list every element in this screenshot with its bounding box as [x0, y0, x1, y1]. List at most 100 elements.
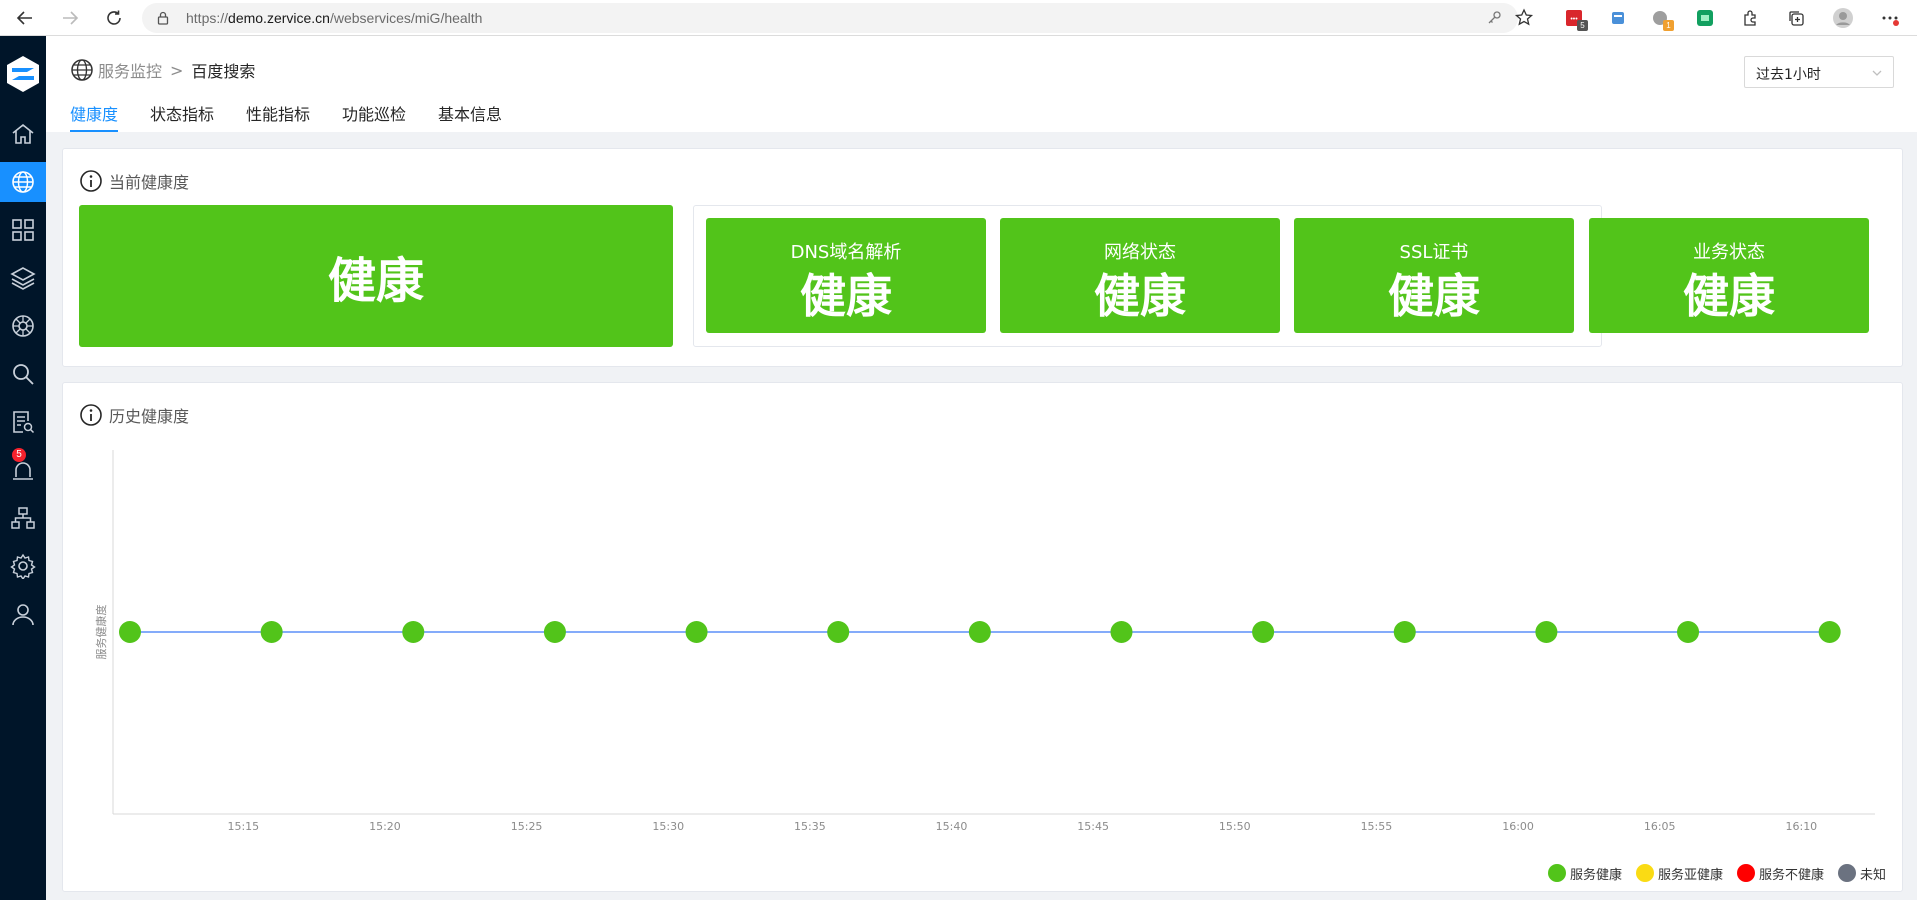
- avatar-icon: [1833, 8, 1853, 28]
- browser-toolbar: https://demo.zervice.cn/webservices/miG/…: [0, 0, 1917, 36]
- time-range-select[interactable]: 过去1小时: [1744, 56, 1894, 88]
- data-point[interactable]: [968, 621, 991, 643]
- profile-button[interactable]: [1831, 6, 1855, 30]
- tab-function-inspection[interactable]: 功能巡检: [342, 101, 406, 132]
- chevron-down-icon: [1872, 70, 1882, 76]
- time-range-value: 过去1小时: [1756, 67, 1821, 83]
- app-sidebar: 5: [0, 36, 46, 900]
- alarm-icon: [13, 462, 33, 480]
- sidebar-item-user[interactable]: [0, 594, 46, 634]
- sidebar-item-layers[interactable]: [0, 258, 46, 298]
- data-point[interactable]: [1535, 621, 1558, 643]
- y-axis-label: 服务健康度: [94, 605, 108, 660]
- favorite-star-button[interactable]: [1512, 6, 1536, 30]
- x-tick-label: 15:45: [1077, 820, 1109, 833]
- data-point[interactable]: [1252, 621, 1275, 643]
- legend-item-subhealthy[interactable]: 服务亚健康: [1635, 864, 1723, 883]
- url-host: demo.zervice.cn: [228, 10, 330, 26]
- data-point[interactable]: [119, 621, 141, 643]
- data-point[interactable]: [1818, 621, 1841, 643]
- business-health-status: 健康: [1683, 269, 1775, 323]
- x-tick-label: 15:35: [794, 820, 826, 833]
- extension-3[interactable]: 1: [1648, 6, 1674, 31]
- legend-dot-unhealthy: [1736, 864, 1755, 882]
- sidebar-item-logs[interactable]: [0, 402, 46, 442]
- forward-button[interactable]: [56, 4, 84, 32]
- x-tick-label: 15:30: [652, 820, 684, 833]
- x-tick-label: 16:00: [1502, 820, 1534, 833]
- legend-dot-unknown: [1837, 864, 1856, 882]
- data-point[interactable]: [1677, 621, 1700, 643]
- data-point[interactable]: [1110, 621, 1133, 643]
- data-point[interactable]: [402, 621, 425, 643]
- sidebar-item-alerts[interactable]: 5: [0, 448, 46, 490]
- history-health-chart: 服务健康度 15:15 15:20 15:25 15:30 15:35 15:40 15:4…: [94, 450, 1875, 833]
- log-search-icon: [13, 411, 35, 434]
- x-tick-label: 15:25: [511, 820, 543, 833]
- alerts-count-badge: 5: [12, 448, 26, 462]
- sidebar-item-topology[interactable]: [0, 498, 46, 538]
- legend-item-healthy[interactable]: 服务健康: [1547, 864, 1622, 883]
- data-point[interactable]: [260, 621, 283, 643]
- logo-icon: [7, 56, 39, 92]
- key-icon[interactable]: [1486, 10, 1502, 26]
- health-dimensions-panel: DNS域名解析 健康 网络状态 健康 SSL证书 健康 业务状态 健康: [693, 205, 1869, 347]
- sidebar-item-apps[interactable]: [0, 210, 46, 250]
- x-tick-label: 15:50: [1219, 820, 1251, 833]
- arrow-left-icon: [16, 11, 32, 25]
- breadcrumb-parent-link[interactable]: 服务监控: [98, 58, 162, 82]
- tab-health[interactable]: 健康度: [70, 101, 119, 132]
- extension-4[interactable]: [1693, 6, 1717, 30]
- tab-basic-info[interactable]: 基本信息: [438, 101, 502, 132]
- collections-button[interactable]: [1784, 6, 1808, 30]
- x-tick-label: 15:40: [936, 820, 968, 833]
- sidebar-item-settings[interactable]: [0, 546, 46, 586]
- sidebar-item-service-monitor[interactable]: [0, 162, 46, 202]
- puzzle-icon: [1744, 10, 1756, 26]
- data-point[interactable]: [827, 621, 850, 643]
- current-health-card: 当前健康度 健康 DNS域名解析 健康 网络状态 健康 SSL证书 健康 业务状…: [62, 148, 1903, 367]
- x-tick-label: 15:15: [227, 820, 259, 833]
- sidebar-item-cluster[interactable]: [0, 306, 46, 346]
- layers-icon: [10, 267, 36, 290]
- history-health-card: 历史健康度 服务健康度 15:15 15:20 15:25 15:30 15:35 15:…: [62, 382, 1903, 892]
- back-button[interactable]: [11, 4, 39, 32]
- legend-item-unknown[interactable]: 未知: [1837, 864, 1886, 883]
- dns-health-status: 健康: [800, 269, 892, 323]
- tab-status-metrics[interactable]: 状态指标: [150, 101, 214, 132]
- app-logo[interactable]: [3, 54, 43, 94]
- sidebar-item-search[interactable]: [0, 354, 46, 394]
- info-icon: [80, 170, 102, 192]
- topology-icon: [11, 507, 35, 529]
- current-health-title-text: 当前健康度: [109, 173, 190, 192]
- extension-2[interactable]: [1606, 6, 1630, 30]
- x-tick-label: 15:20: [369, 820, 401, 833]
- browser-menu-button[interactable]: [1878, 6, 1902, 30]
- grid-icon: [12, 219, 34, 241]
- legend-label-subhealthy: 服务亚健康: [1657, 867, 1723, 883]
- extensions-button[interactable]: [1738, 6, 1762, 30]
- data-point[interactable]: [543, 621, 566, 643]
- sidebar-item-home[interactable]: [0, 114, 46, 154]
- globe-icon: [71, 59, 93, 81]
- reload-button[interactable]: [100, 4, 128, 32]
- url-text[interactable]: https://demo.zervice.cn/webservices/miG/…: [186, 10, 482, 26]
- extension-book-icon: [1612, 12, 1624, 24]
- extension-1[interactable]: ••• 5: [1562, 6, 1588, 31]
- legend-item-unhealthy[interactable]: 服务不健康: [1736, 864, 1824, 883]
- page-header: 服务监控 > 百度搜索 过去1小时 健康度 状态指标 性能指标 功能巡检 基本信…: [46, 36, 1917, 132]
- legend-label-unhealthy: 服务不健康: [1758, 867, 1824, 883]
- extension-green-icon: [1697, 10, 1713, 26]
- dns-health-box: DNS域名解析 健康: [706, 218, 986, 333]
- search-icon: [13, 364, 34, 385]
- legend-dot-subhealthy: [1635, 864, 1654, 882]
- data-point[interactable]: [685, 621, 708, 643]
- gear-icon: [10, 553, 36, 579]
- network-health-status: 健康: [1094, 269, 1186, 323]
- address-bar[interactable]: https://demo.zervice.cn/webservices/miG/…: [142, 3, 1518, 33]
- data-point[interactable]: [1393, 621, 1416, 643]
- ssl-health-status: 健康: [1388, 269, 1480, 323]
- tab-performance-metrics[interactable]: 性能指标: [246, 101, 310, 132]
- current-health-title: 当前健康度: [79, 169, 189, 193]
- chart-legend: 服务健康 服务亚健康 服务不健康 未知: [1534, 863, 1886, 883]
